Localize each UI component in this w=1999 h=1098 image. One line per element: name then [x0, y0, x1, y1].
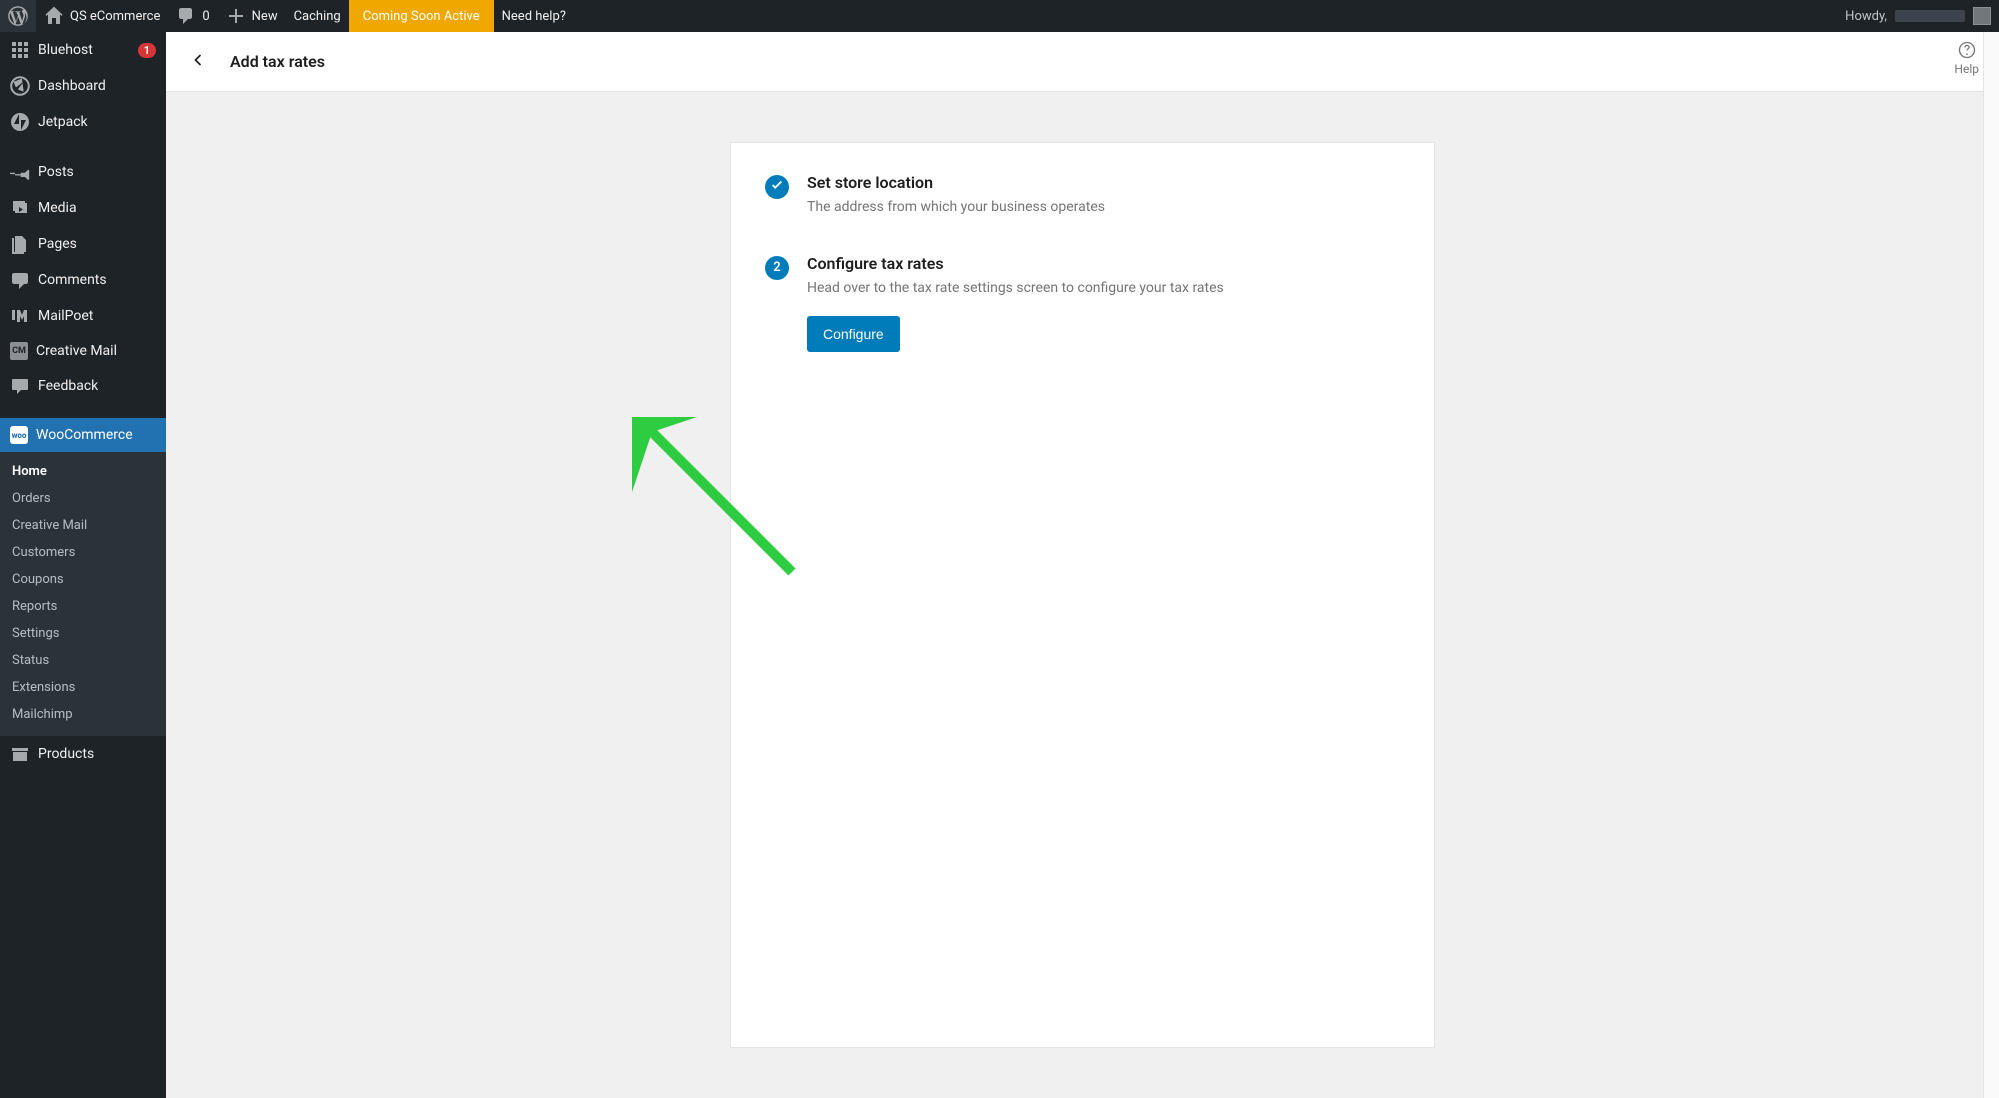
step-number-badge: 2 [765, 256, 789, 280]
subitem-mailchimp[interactable]: Mailchimp [0, 701, 166, 728]
howdy-label: Howdy, [1845, 9, 1887, 24]
step-configure-tax-rates: 2 Configure tax rates Head over to the t… [765, 254, 1400, 353]
step-desc: The address from which your business ope… [807, 198, 1400, 218]
comment-icon [10, 270, 30, 290]
comment-count-label: 0 [202, 9, 209, 24]
archive-icon [10, 744, 30, 764]
subitem-orders[interactable]: Orders [0, 485, 166, 512]
admin-bar-user[interactable]: Howdy, [1845, 7, 1999, 25]
help-label: Help [1954, 62, 1979, 76]
sidebar-item-label: MailPoet [38, 308, 93, 324]
task-card: Set store location The address from whic… [730, 142, 1435, 1048]
sidebar-item-label: Posts [38, 164, 74, 180]
sidebar-item-bluehost[interactable]: Bluehost 1 [0, 32, 166, 68]
admin-bar: QS eCommerce 0 New Caching Coming Soon A… [0, 0, 1999, 32]
sidebar-item-feedback[interactable]: Feedback [0, 368, 166, 404]
sidebar-item-label: Media [38, 200, 77, 216]
mailpoet-icon [10, 306, 30, 326]
wordpress-icon [8, 6, 28, 26]
sidebar-item-label: Creative Mail [36, 343, 117, 359]
site-home-button[interactable]: QS eCommerce [36, 0, 168, 32]
step-set-store-location: Set store location The address from whic… [765, 173, 1400, 218]
user-name-redacted [1895, 10, 1965, 22]
notification-badge: 1 [138, 43, 156, 58]
subitem-coupons[interactable]: Coupons [0, 566, 166, 593]
main-area: Add tax rates Help Set store location Th… [166, 32, 1999, 1098]
site-name-label: QS eCommerce [70, 9, 160, 24]
new-label: New [252, 9, 278, 24]
page-content: Set store location The address from whic… [166, 92, 1999, 1098]
chevron-left-icon [188, 50, 208, 74]
need-help-label: Need help? [502, 9, 566, 24]
sidebar-item-pages[interactable]: Pages [0, 226, 166, 262]
subitem-reports[interactable]: Reports [0, 593, 166, 620]
feedback-icon [10, 376, 30, 396]
step-check-badge [765, 175, 789, 199]
help-button[interactable]: Help [1954, 40, 1979, 76]
home-icon [44, 6, 64, 26]
grid-icon [10, 40, 30, 60]
sidebar-item-media[interactable]: Media [0, 190, 166, 226]
sidebar-item-mailpoet[interactable]: MailPoet [0, 298, 166, 334]
woocommerce-icon: woo [10, 426, 28, 444]
new-content-button[interactable]: New [218, 0, 286, 32]
wp-logo-button[interactable] [0, 0, 36, 32]
sidebar-item-jetpack[interactable]: Jetpack [0, 104, 166, 140]
pages-icon [10, 234, 30, 254]
sidebar-item-label: Jetpack [38, 114, 88, 130]
sidebar-item-label: Feedback [38, 378, 98, 394]
back-button[interactable] [186, 50, 210, 74]
jetpack-icon [10, 112, 30, 132]
subitem-home[interactable]: Home [0, 458, 166, 485]
check-icon [770, 178, 784, 196]
sidebar-item-dashboard[interactable]: Dashboard [0, 68, 166, 104]
subitem-extensions[interactable]: Extensions [0, 674, 166, 701]
woocommerce-submenu: Home Orders Creative Mail Customers Coup… [0, 452, 166, 736]
coming-soon-badge[interactable]: Coming Soon Active [349, 0, 494, 32]
step-title: Configure tax rates [807, 254, 1400, 273]
dashboard-icon [10, 76, 30, 96]
sidebar-item-label: Pages [38, 236, 77, 252]
configure-button[interactable]: Configure [807, 316, 900, 352]
sidebar-item-woocommerce[interactable]: woo WooCommerce [0, 418, 166, 452]
sidebar-item-posts[interactable]: Posts [0, 154, 166, 190]
pin-icon [10, 162, 30, 182]
sidebar-item-products[interactable]: Products [0, 736, 166, 772]
caching-label: Caching [294, 9, 341, 24]
plus-icon [226, 6, 246, 26]
scrollbar-gutter [1983, 32, 1999, 1098]
need-help-button[interactable]: Need help? [494, 0, 574, 32]
comments-button[interactable]: 0 [168, 0, 217, 32]
sidebar-item-label: Products [38, 746, 94, 762]
help-icon [1954, 40, 1979, 60]
sidebar-item-creative-mail[interactable]: CM Creative Mail [0, 334, 166, 368]
caching-button[interactable]: Caching [286, 0, 349, 32]
subitem-settings[interactable]: Settings [0, 620, 166, 647]
subitem-customers[interactable]: Customers [0, 539, 166, 566]
comment-icon [176, 6, 196, 26]
creative-mail-icon: CM [10, 342, 28, 360]
subitem-status[interactable]: Status [0, 647, 166, 674]
subitem-creative-mail[interactable]: Creative Mail [0, 512, 166, 539]
avatar [1973, 7, 1991, 25]
sidebar-item-label: Dashboard [38, 78, 106, 94]
media-icon [10, 198, 30, 218]
step-title: Set store location [807, 173, 1400, 192]
sidebar-item-label: WooCommerce [36, 427, 133, 443]
sidebar-item-label: Comments [38, 272, 107, 288]
sidebar-item-label: Bluehost [38, 42, 93, 58]
page-header: Add tax rates Help [166, 32, 1999, 92]
admin-side-menu: Bluehost 1 Dashboard Jetpack Posts Media… [0, 32, 166, 1098]
sidebar-item-comments[interactable]: Comments [0, 262, 166, 298]
coming-soon-label: Coming Soon Active [363, 9, 480, 24]
step-desc: Head over to the tax rate settings scree… [807, 279, 1400, 299]
page-title: Add tax rates [230, 52, 325, 71]
